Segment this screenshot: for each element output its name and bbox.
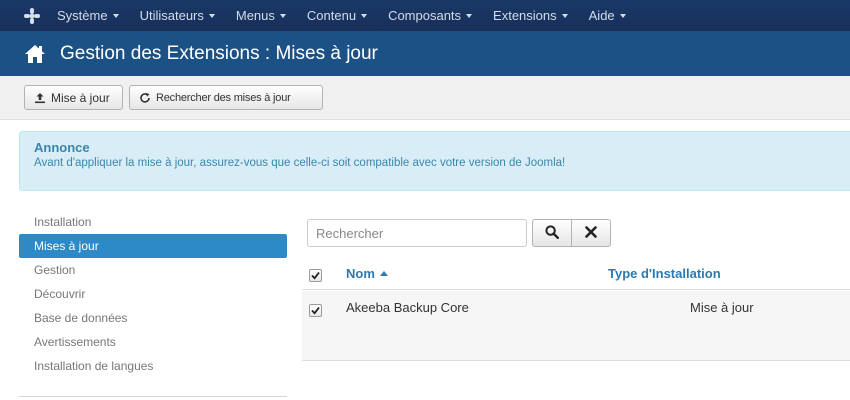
top-navbar: Système Utilisateurs Menus Contenu Compo… — [0, 0, 850, 31]
refresh-icon — [139, 92, 151, 104]
select-all-checkbox[interactable] — [309, 269, 322, 282]
caret-down-icon — [466, 13, 473, 18]
nav-menu-label: Système — [57, 8, 108, 23]
sidebar-item-database[interactable]: Base de données — [19, 306, 287, 330]
caret-down-icon — [361, 13, 368, 18]
upload-icon — [34, 92, 46, 104]
nav-menu-help[interactable]: Aide — [589, 8, 626, 23]
nav-menu-users[interactable]: Utilisateurs — [140, 8, 215, 23]
row-checkbox[interactable] — [309, 304, 322, 317]
column-header-name[interactable]: Nom — [346, 266, 388, 281]
sidebar: Installation Mises à jour Gestion Découv… — [19, 210, 287, 378]
nav-menu-label: Composants — [388, 8, 462, 23]
caret-down-icon — [279, 13, 286, 18]
sidebar-item-manage[interactable]: Gestion — [19, 258, 287, 282]
sidebar-item-updates[interactable]: Mises à jour — [19, 234, 287, 258]
nav-menu-components[interactable]: Composants — [388, 8, 473, 23]
sidebar-item-discover[interactable]: Découvrir — [19, 282, 287, 306]
find-updates-button[interactable]: Rechercher des mises à jour — [129, 85, 323, 110]
page-header: Gestion des Extensions : Mises à jour — [0, 31, 850, 76]
toolbar: Mise à jour Rechercher des mises à jour — [0, 76, 850, 120]
update-button[interactable]: Mise à jour — [24, 85, 123, 110]
sort-ascending-icon — [379, 271, 388, 276]
search-input[interactable] — [307, 219, 527, 247]
find-updates-button-label: Rechercher des mises à jour — [156, 91, 291, 104]
caret-down-icon — [208, 13, 215, 18]
table-row: Akeeba Backup Core Mise à jour — [302, 291, 850, 361]
sidebar-item-installation[interactable]: Installation — [19, 210, 287, 234]
search-icon — [545, 224, 559, 242]
nav-menu-label: Aide — [588, 8, 615, 23]
column-header-name-label: Nom — [346, 266, 375, 281]
alert-heading: Annonce — [34, 140, 90, 155]
extension-name: Akeeba Backup Core — [346, 300, 469, 315]
caret-down-icon — [619, 13, 626, 18]
column-header-type[interactable]: Type d'Installation — [608, 266, 721, 281]
home-icon — [24, 44, 46, 64]
clear-search-button[interactable] — [571, 219, 611, 247]
nav-menu-extensions[interactable]: Extensions — [493, 8, 568, 23]
nav-menu-label: Utilisateurs — [139, 8, 204, 23]
checkmark-icon — [311, 303, 320, 318]
info-alert: Annonce Avant d'appliquer la mise à jour… — [19, 131, 850, 191]
checkmark-icon — [311, 268, 320, 283]
nav-menu-label: Menus — [235, 8, 275, 23]
nav-menu-label: Extensions — [493, 8, 557, 23]
sidebar-item-warnings[interactable]: Avertissements — [19, 330, 287, 354]
page-title: Gestion des Extensions : Mises à jour — [60, 42, 378, 64]
caret-down-icon — [112, 13, 119, 18]
install-type: Mise à jour — [690, 300, 754, 315]
nav-menu-system[interactable]: Système — [57, 8, 119, 23]
nav-menu-menus[interactable]: Menus — [236, 8, 286, 23]
sidebar-item-install-languages[interactable]: Installation de langues — [19, 354, 287, 378]
update-button-label: Mise à jour — [51, 90, 110, 105]
table-header: Nom Type d'Installation — [302, 257, 850, 290]
close-icon — [585, 225, 597, 241]
nav-menu-label: Contenu — [306, 8, 357, 23]
caret-down-icon — [561, 13, 568, 18]
sidebar-divider — [19, 396, 287, 397]
search-button[interactable] — [532, 219, 572, 247]
alert-text: Avant d'appliquer la mise à jour, assure… — [34, 157, 566, 169]
joomla-icon[interactable] — [17, 0, 47, 31]
nav-menu-content[interactable]: Contenu — [306, 8, 368, 23]
